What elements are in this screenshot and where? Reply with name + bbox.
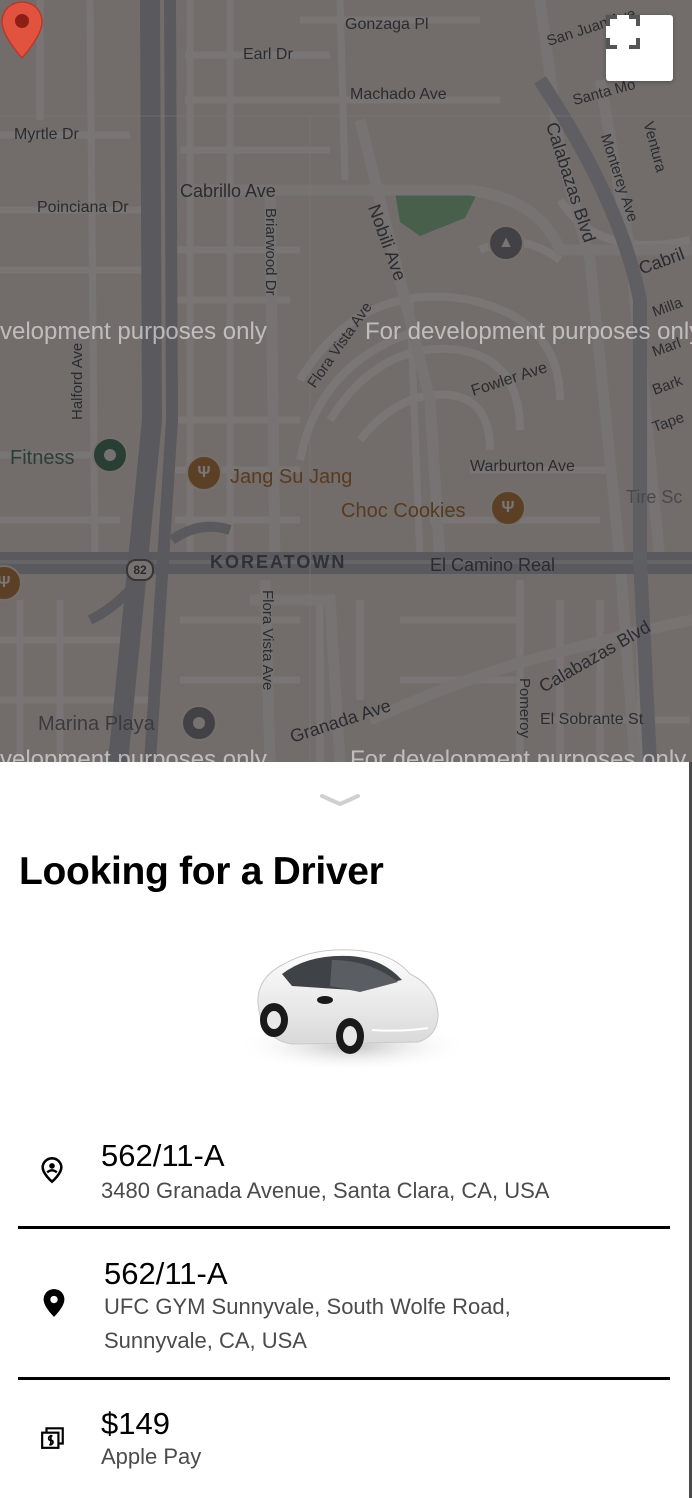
dev-watermark: velopment purposes only [0, 318, 267, 345]
map-label: Jang Su Jang [230, 466, 353, 488]
school-icon[interactable]: ▲ [488, 225, 524, 261]
person-pin-icon [38, 1156, 66, 1184]
restaurant-icon[interactable]: Ψ [490, 490, 526, 526]
place-icon[interactable] [181, 705, 217, 741]
pickup-title: 562/11-A [101, 1138, 225, 1173]
map-label: Fitness [10, 447, 75, 469]
map-label: Machado Ave [350, 86, 447, 103]
map-label: Earl Dr [243, 46, 293, 63]
location-marker-icon[interactable] [0, 0, 44, 60]
map-label: Gonzaga Pl [345, 16, 429, 33]
ride-status-sheet: Looking for a Driver 562/11-A 3480 Grana… [0, 762, 690, 1498]
payment-method: Apple Pay [101, 1444, 202, 1469]
dev-watermark: velopment purposes only [0, 746, 267, 763]
restaurant-icon[interactable]: Ψ [186, 455, 222, 491]
map-label: Myrtle Dr [14, 126, 79, 143]
sheet-title: Looking for a Driver [19, 850, 384, 893]
payments-icon [40, 1424, 66, 1450]
dropoff-title: 562/11-A [104, 1256, 228, 1291]
chevron-down-icon[interactable] [318, 790, 362, 810]
dropoff-row[interactable]: 562/11-A UFC GYM Sunnyvale, South Wolfe … [18, 1252, 670, 1372]
pickup-row[interactable]: 562/11-A 3480 Granada Avenue, Santa Clar… [18, 1134, 670, 1226]
divider [18, 1226, 670, 1229]
map-label: Pomeroy [516, 678, 533, 739]
map-label: Marina Playa [38, 713, 155, 735]
highway-shield: 82 [126, 559, 154, 581]
dropoff-address-line1: UFC GYM Sunnyvale, South Wolfe Road, [104, 1294, 511, 1319]
map-label: Warburton Ave [470, 458, 575, 475]
pickup-address: 3480 Granada Avenue, Santa Clara, CA, US… [101, 1178, 550, 1203]
map-label: El Sobrante St [540, 711, 644, 728]
map[interactable]: Gonzaga Pl San Juan Ave Earl Dr Machado … [0, 0, 692, 762]
map-label: Poinciana Dr [37, 199, 129, 216]
map-label: Briarwood Dr [262, 208, 279, 296]
payment-amount: $149 [101, 1406, 170, 1441]
fullscreen-button[interactable] [606, 15, 673, 81]
location-pin-icon [40, 1288, 68, 1318]
payment-row[interactable]: $149 Apple Pay [18, 1402, 670, 1492]
map-label: Cabrillo Ave [180, 181, 276, 201]
map-label: Tire Sc [626, 487, 683, 507]
fitness-poi-icon[interactable] [92, 437, 128, 473]
car-image [234, 949, 468, 1072]
map-label: Choc Cookies [341, 500, 466, 522]
map-label: KOREATOWN [210, 552, 347, 572]
divider [18, 1377, 670, 1380]
map-label: Flora Vista Ave [259, 590, 276, 691]
dev-watermark: For development purposes only [350, 746, 687, 763]
dev-watermark: For development purposes only [365, 318, 692, 345]
fullscreen-icon [606, 15, 640, 49]
map-label: El Camino Real [430, 555, 556, 575]
dropoff-address-line2: Sunnyvale, CA, USA [104, 1328, 307, 1353]
map-label: Halford Ave [69, 342, 86, 420]
